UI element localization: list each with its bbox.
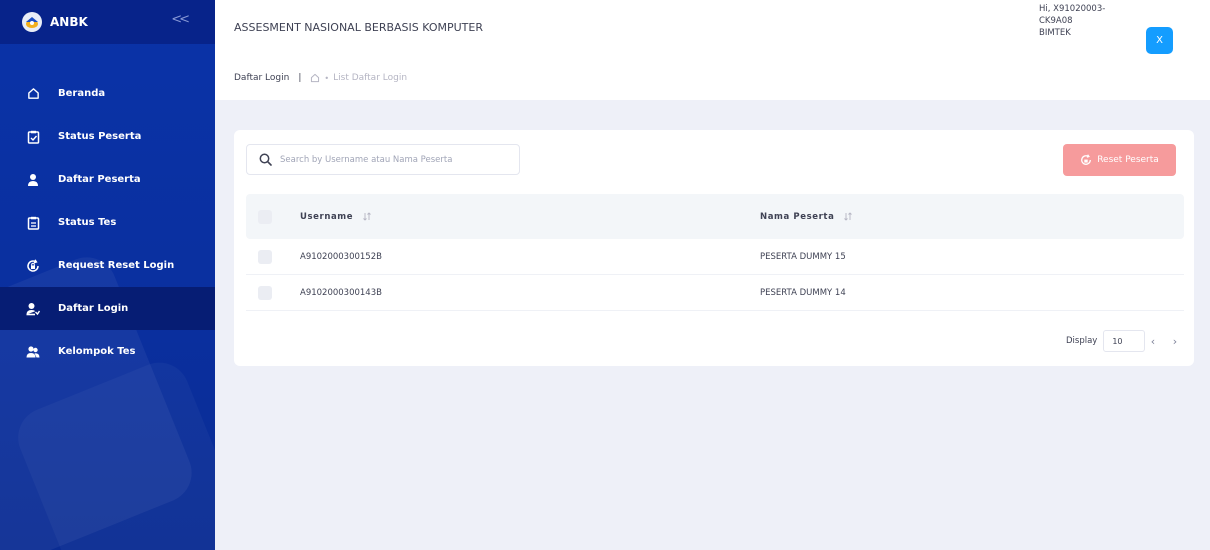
sidebar-item-label: Status Tes: [58, 217, 117, 228]
login-table: Username Nama Peserta A9102000300152B PE…: [246, 194, 1184, 311]
cell-nama-peserta: PESERTA DUMMY 14: [760, 287, 846, 298]
home-icon: [26, 87, 40, 101]
column-header-username[interactable]: Username: [300, 212, 760, 222]
column-label: Username: [300, 211, 354, 222]
sidebar-header: ANBK <<: [0, 0, 215, 44]
sidebar-item-status-tes[interactable]: Status Tes: [0, 201, 215, 244]
page-size-select[interactable]: 10: [1103, 330, 1146, 352]
sidebar-item-kelompok-tes[interactable]: Kelompok Tes: [0, 330, 215, 373]
search-box[interactable]: [246, 144, 520, 175]
sidebar-item-label: Beranda: [58, 88, 106, 99]
breadcrumb-page-title: Daftar Login: [234, 73, 290, 83]
page-size-control: Display 10: [1066, 330, 1146, 352]
user-avatar-button[interactable]: X: [1146, 27, 1173, 54]
sort-icon[interactable]: [363, 212, 371, 221]
topbar: ASSESMENT NASIONAL BERBASIS KOMPUTER Daf…: [215, 0, 1210, 100]
anbk-logo-icon: [22, 12, 42, 32]
home-icon[interactable]: [310, 73, 320, 83]
user-greeting: Hi, X91020003- CK9A08 BIMTEK: [1039, 3, 1119, 39]
login-list-card: Reset Peserta Username Nama Peserta A910…: [234, 130, 1194, 366]
reset-peserta-label: Reset Peserta: [1097, 155, 1159, 165]
cell-nama-peserta: PESERTA DUMMY 15: [760, 251, 846, 262]
brand-name: ANBK: [50, 15, 88, 29]
prev-page-button[interactable]: ‹: [1143, 330, 1163, 352]
sidebar: ANBK << Beranda Status Peserta Daftar Pe…: [0, 0, 215, 550]
users-group-icon: [26, 345, 40, 359]
row-checkbox[interactable]: [258, 285, 272, 300]
sidebar-item-request-reset-login[interactable]: Request Reset Login: [0, 244, 215, 287]
select-all-checkbox[interactable]: [258, 209, 272, 224]
sidebar-item-daftar-login[interactable]: Daftar Login: [0, 287, 215, 330]
display-label: Display: [1066, 336, 1098, 346]
breadcrumb-dot: •: [324, 73, 330, 83]
column-header-nama-peserta[interactable]: Nama Peserta: [760, 212, 1060, 222]
sidebar-nav: Beranda Status Peserta Daftar Peserta St…: [0, 72, 215, 373]
sidebar-item-status-peserta[interactable]: Status Peserta: [0, 115, 215, 158]
sidebar-item-label: Daftar Login: [58, 303, 129, 314]
cell-username: A9102000300143B: [300, 287, 382, 298]
user-icon: [26, 173, 40, 187]
clipboard-check-icon: [26, 130, 40, 144]
table-row[interactable]: A9102000300143B PESERTA DUMMY 14: [246, 275, 1184, 311]
reset-peserta-button[interactable]: Reset Peserta: [1063, 144, 1176, 176]
sidebar-item-beranda[interactable]: Beranda: [0, 72, 215, 115]
sidebar-item-label: Status Peserta: [58, 131, 142, 142]
sidebar-item-label: Kelompok Tes: [58, 346, 136, 357]
table-header: Username Nama Peserta: [246, 194, 1184, 239]
next-page-button[interactable]: ›: [1165, 330, 1185, 352]
clipboard-list-icon: [26, 216, 40, 230]
breadcrumb-current[interactable]: List Daftar Login: [333, 73, 407, 83]
app-title: ASSESMENT NASIONAL BERBASIS KOMPUTER: [234, 21, 483, 34]
reset-lock-icon: [26, 258, 40, 273]
user-role: BIMTEK: [1039, 28, 1071, 38]
user-login-icon: [26, 302, 40, 316]
sort-icon[interactable]: [844, 212, 853, 221]
sidebar-item-label: Request Reset Login: [58, 260, 175, 271]
search-icon: [259, 153, 272, 166]
search-input[interactable]: [280, 154, 510, 165]
sidebar-item-label: Daftar Peserta: [58, 174, 141, 185]
breadcrumb-separator: |: [298, 73, 302, 83]
sidebar-item-daftar-peserta[interactable]: Daftar Peserta: [0, 158, 215, 201]
table-row[interactable]: A9102000300152B PESERTA DUMMY 15: [246, 239, 1184, 275]
user-code: CK9A08: [1039, 16, 1073, 26]
cell-username: A9102000300152B: [300, 251, 382, 262]
pagination: ‹ ›: [1141, 330, 1185, 352]
row-checkbox[interactable]: [258, 249, 272, 264]
column-label: Nama Peserta: [760, 211, 835, 222]
sidebar-collapse-icon[interactable]: <<: [171, 12, 190, 27]
reset-lock-icon: [1080, 154, 1092, 166]
breadcrumb: Daftar Login | • List Daftar Login: [234, 73, 407, 83]
user-greeting-line: Hi, X91020003-: [1039, 4, 1106, 14]
